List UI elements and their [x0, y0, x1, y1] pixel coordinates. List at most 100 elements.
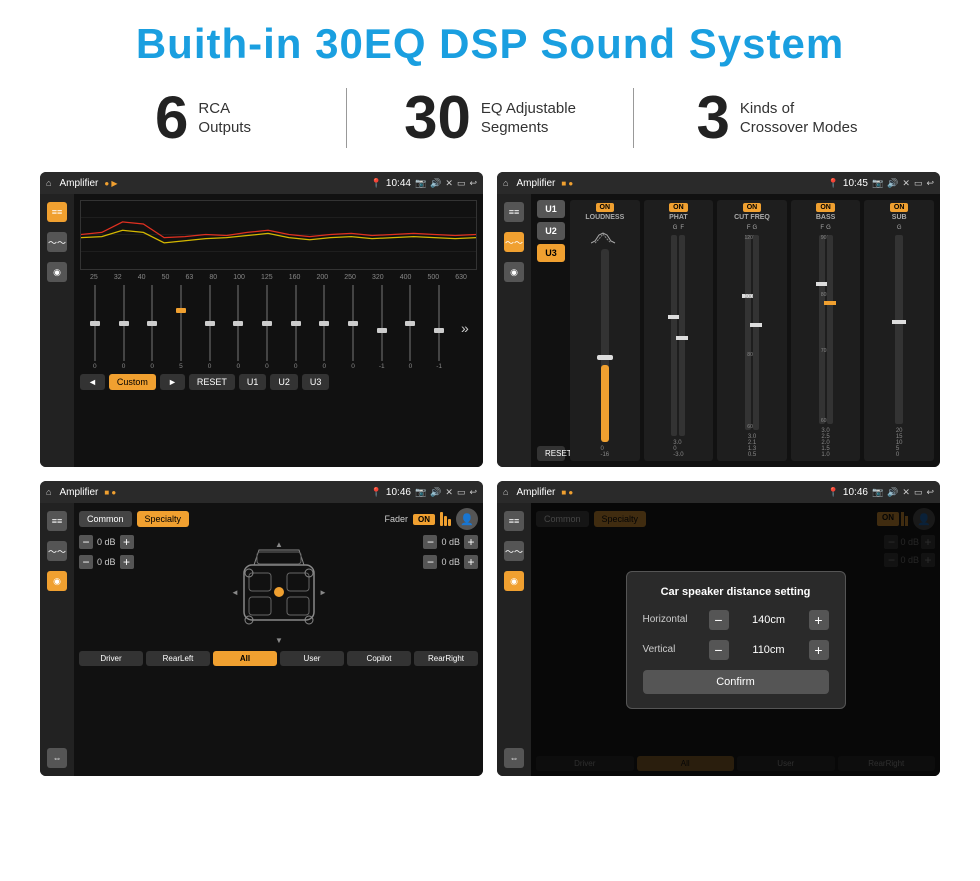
dlg-wave-icon[interactable]: 〜〜 — [504, 541, 524, 561]
cross-tab-common[interactable]: Common — [79, 511, 132, 527]
eq-slider-4[interactable]: 0 — [197, 285, 223, 370]
cross-car-diagram: ▲ ▼ ◄ ► — [142, 535, 416, 645]
amp-phat-on[interactable]: ON — [669, 203, 688, 212]
dlg-back-icon: ↩ — [926, 487, 934, 498]
cross-minus-1[interactable]: − — [79, 535, 93, 549]
cross-filter-icon[interactable]: ≡≡ — [47, 511, 67, 531]
eq-speaker-icon[interactable]: ◉ — [47, 262, 67, 282]
cross-minus-2[interactable]: − — [79, 555, 93, 569]
amp-wave-icon[interactable]: 〜〜 — [504, 232, 524, 252]
eq-slider-3[interactable]: 5 — [168, 285, 194, 370]
cross-content: ≡≡ 〜〜 ◉ ⇔ Common Specialty Fader ON — [40, 503, 483, 776]
amp-back-icon: ↩ — [926, 178, 934, 189]
eq-u1-btn[interactable]: U1 — [239, 374, 267, 390]
amp-phat-sliders[interactable] — [671, 235, 685, 436]
eq-slider-5[interactable]: 0 — [225, 285, 251, 370]
cross-db-control-1: − 0 dB + — [79, 535, 134, 549]
cross-minus-3[interactable]: − — [423, 535, 437, 549]
amp-filter-icon[interactable]: ≡≡ — [504, 202, 524, 222]
amp-spk-icon[interactable]: ◉ — [504, 262, 524, 282]
eq-play-btn[interactable]: ► — [160, 374, 185, 390]
dialog-horizontal-plus[interactable]: + — [809, 610, 829, 630]
eq-custom-btn[interactable]: Custom — [109, 374, 156, 390]
dlg-topbar-right: 📍 10:46 📷 🔊 ✕ ▭ ↩ — [828, 487, 934, 498]
amp-u3-btn[interactable]: U3 — [537, 244, 565, 262]
svg-text:▼: ▼ — [275, 636, 283, 645]
eq-topbar-right: 📍 10:44 📷 🔊 ✕ ▭ ↩ — [371, 178, 477, 189]
dlg-time: 10:46 — [843, 487, 868, 498]
cross-minus-4[interactable]: − — [423, 555, 437, 569]
eq-slider-2[interactable]: 0 — [139, 285, 165, 370]
cross-spk-icon[interactable]: ◉ — [47, 571, 67, 591]
eq-slider-11[interactable]: 0 — [398, 285, 424, 370]
cross-tab-specialty[interactable]: Specialty — [137, 511, 190, 527]
eq-rect-icon: ▭ — [457, 178, 466, 189]
cross-user-btn[interactable]: User — [280, 651, 344, 666]
amp-content: ≡≡ 〜〜 ◉ U1 U2 U3 RESET — [497, 194, 940, 467]
cross-plus-3[interactable]: + — [464, 535, 478, 549]
cross-user-icon[interactable]: 👤 — [456, 508, 478, 530]
dialog-topbar: ⌂ Amplifier ■ ● 📍 10:46 📷 🔊 ✕ ▭ ↩ — [497, 481, 940, 503]
dlg-arrows-icon[interactable]: ⇔ — [504, 748, 524, 768]
amp-cutfreq-on[interactable]: ON — [743, 203, 762, 212]
eq-content: ≡≡ 〜〜 ◉ — [40, 194, 483, 467]
amp-loudness-slider[interactable] — [601, 249, 609, 442]
fader-on-badge[interactable]: ON — [413, 514, 435, 525]
eq-curve-svg — [81, 201, 476, 269]
eq-main: 25 32 40 50 63 80 100 125 160 200 250 32… — [74, 194, 483, 467]
amp-sub-on[interactable]: ON — [890, 203, 909, 212]
eq-slider-8[interactable]: 0 — [312, 285, 338, 370]
eq-prev-btn[interactable]: ◄ — [80, 374, 105, 390]
expand-arrow[interactable]: » — [455, 285, 475, 370]
cross-plus-1[interactable]: + — [120, 535, 134, 549]
amp-u1-btn[interactable]: U1 — [537, 200, 565, 218]
dialog-horizontal-minus[interactable]: − — [709, 610, 729, 630]
home-icon: ⌂ — [46, 178, 51, 188]
eq-slider-1[interactable]: 0 — [111, 285, 137, 370]
amp-cutfreq-labels: FG — [747, 225, 757, 231]
amp-loudness-on[interactable]: ON — [596, 203, 615, 212]
eq-reset-btn[interactable]: RESET — [189, 374, 235, 390]
cross-driver-btn[interactable]: Driver — [79, 651, 143, 666]
eq-slider-9[interactable]: 0 — [340, 285, 366, 370]
amp-u2-btn[interactable]: U2 — [537, 222, 565, 240]
cross-plus-2[interactable]: + — [120, 555, 134, 569]
cross-plus-4[interactable]: + — [464, 555, 478, 569]
amp-cutfreq-sliders[interactable]: 120Hz 100Hz 80Hz 60Hz — [745, 235, 759, 430]
eq-slider-10[interactable]: -1 — [369, 285, 395, 370]
stat-crossover: 3 Kinds ofCrossover Modes — [644, 88, 910, 148]
amp-sub-slider[interactable] — [895, 235, 903, 424]
dialog-vertical-minus[interactable]: − — [709, 640, 729, 660]
eq-slider-0[interactable]: 0 — [82, 285, 108, 370]
cross-rearLeft-btn[interactable]: RearLeft — [146, 651, 210, 666]
amp-reset-btn[interactable]: RESET — [537, 446, 565, 461]
eq-filter-icon[interactable]: ≡≡ — [47, 202, 67, 222]
cross-arrows-icon[interactable]: ⇔ — [47, 748, 67, 768]
cross-all-btn[interactable]: All — [213, 651, 277, 666]
stat-crossover-number: 3 — [697, 88, 730, 148]
cross-copilot-btn[interactable]: Copilot — [347, 651, 411, 666]
dialog-vertical-plus[interactable]: + — [809, 640, 829, 660]
amp-bass-on[interactable]: ON — [816, 203, 835, 212]
cross-home-icon: ⌂ — [46, 487, 51, 497]
cross-wave-icon[interactable]: 〜〜 — [47, 541, 67, 561]
dlg-filter-icon[interactable]: ≡≡ — [504, 511, 524, 531]
cross-db-control-2: − 0 dB + — [79, 555, 134, 569]
eq-slider-7[interactable]: 0 — [283, 285, 309, 370]
confirm-button[interactable]: Confirm — [643, 670, 829, 694]
cross-top-row: Common Specialty Fader ON 👤 — [79, 508, 478, 530]
eq-slider-6[interactable]: 0 — [254, 285, 280, 370]
eq-slider-12[interactable]: -1 — [426, 285, 452, 370]
stat-eq-number: 30 — [404, 88, 471, 148]
amp-loudness: ON LOUDNESS — [570, 200, 640, 461]
dialog-vertical-label: Vertical — [643, 644, 703, 655]
dlg-spk-icon[interactable]: ◉ — [504, 571, 524, 591]
cross-dots: ■ ● — [104, 488, 116, 497]
eq-u2-btn[interactable]: U2 — [270, 374, 298, 390]
amp-main: U1 U2 U3 RESET ON LOUDNES — [531, 194, 940, 467]
eq-wave-icon[interactable]: 〜〜 — [47, 232, 67, 252]
eq-u3-btn[interactable]: U3 — [302, 374, 330, 390]
amp-bass-sliders[interactable]: 90Hz 80Hz 70Hz 60Hz — [819, 235, 833, 424]
cross-rearRight-btn[interactable]: RearRight — [414, 651, 478, 666]
eq-location-icon: 📍 — [371, 178, 382, 189]
